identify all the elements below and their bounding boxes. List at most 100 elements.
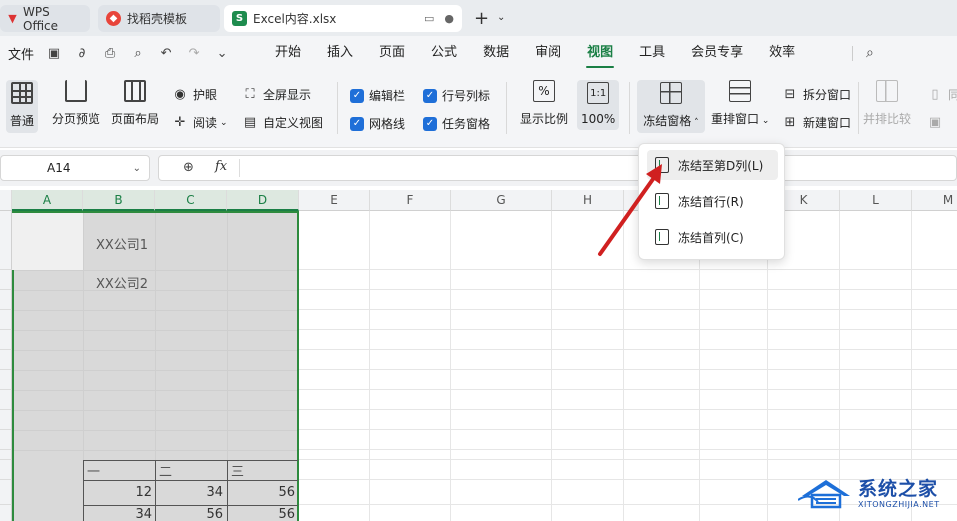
fullscreen-label: 全屏显示 xyxy=(263,88,312,102)
zoom-ratio-button[interactable]: % 显示比例 xyxy=(520,80,568,127)
page-break-preview-button[interactable]: 分页预览 xyxy=(52,80,100,127)
watermark-subtitle: XITONGZHIJIA.NET xyxy=(858,500,940,509)
menu-view[interactable]: 视图 xyxy=(574,36,626,70)
sync-scroll-button[interactable]: ▯ 同 xyxy=(927,86,957,103)
task-pane-checkbox[interactable]: ✓ 任务窗格 xyxy=(423,115,490,132)
menu-review[interactable]: 审阅 xyxy=(522,36,574,70)
new-tab-plus-icon[interactable]: + xyxy=(474,8,489,29)
select-all-corner[interactable] xyxy=(0,190,12,211)
column-header-d[interactable]: D xyxy=(227,190,299,211)
close-dot-icon[interactable]: ● xyxy=(444,12,454,25)
eye-icon: ◉ xyxy=(174,87,186,102)
table-header-cell[interactable]: 三 xyxy=(231,461,244,480)
row-header[interactable] xyxy=(0,450,12,460)
tab-wps-office[interactable]: ▼ WPS Office xyxy=(0,5,90,33)
table-cell[interactable]: 34 xyxy=(163,485,223,500)
table-cell[interactable]: 56 xyxy=(163,507,223,521)
cell-b1[interactable]: XX公司1 xyxy=(96,234,148,253)
column-header-c[interactable]: C xyxy=(155,190,227,211)
reading-label: 阅读 xyxy=(193,116,218,130)
row-header[interactable] xyxy=(0,370,12,390)
divider xyxy=(858,82,859,134)
print-preview-icon[interactable]: ⌕ xyxy=(130,45,146,61)
column-header-f[interactable]: F xyxy=(370,190,451,211)
arrange-windows-button[interactable]: 重排窗口 ⌄ xyxy=(711,80,769,127)
row-header[interactable] xyxy=(0,505,12,521)
name-box[interactable]: A14 ⌄ xyxy=(0,155,150,181)
cell-border xyxy=(14,410,297,411)
menu-page[interactable]: 页面 xyxy=(366,36,418,70)
reading-mode-button[interactable]: ✛ 阅读 ⌄ xyxy=(172,114,228,131)
sync-label: 同 xyxy=(948,88,957,102)
column-header-l[interactable]: L xyxy=(840,190,912,211)
row-header[interactable] xyxy=(0,270,12,290)
column-header-m[interactable]: M xyxy=(912,190,957,211)
freeze-first-row-label: 冻结首行(R) xyxy=(678,194,744,209)
custom-view-button[interactable]: ▤ 自定义视图 xyxy=(242,114,323,131)
side-by-side-icon xyxy=(876,80,898,102)
menu-data[interactable]: 数据 xyxy=(470,36,522,70)
cell-border xyxy=(14,270,297,271)
fullscreen-button[interactable]: ⛶ 全屏显示 xyxy=(242,86,311,103)
formula-input[interactable]: ⊕ fx xyxy=(158,155,957,181)
row-header[interactable] xyxy=(0,330,12,350)
column-header-e[interactable]: E xyxy=(299,190,370,211)
row-header[interactable] xyxy=(0,290,12,310)
column-header-g[interactable]: G xyxy=(451,190,552,211)
table-header-cell[interactable]: 二 xyxy=(159,461,172,480)
search-icon[interactable]: ⌕ xyxy=(866,45,874,61)
menu-insert[interactable]: 插入 xyxy=(314,36,366,70)
freeze-panes-button[interactable]: 冻结窗格 ˄ xyxy=(637,80,705,133)
zoom-100-button[interactable]: 1:1 100% xyxy=(577,80,620,130)
row-col-headers-checkbox[interactable]: ✓ 行号列标 xyxy=(423,87,490,104)
table-cell[interactable]: 12 xyxy=(92,485,152,500)
reset-position-button[interactable]: ▣ xyxy=(927,114,948,130)
checkbox-checked-icon: ✓ xyxy=(350,116,364,131)
undo-icon[interactable]: ↶ xyxy=(158,45,174,61)
chevron-down-icon[interactable]: ⌄ xyxy=(497,12,505,23)
row-header[interactable] xyxy=(0,310,12,330)
active-cell-a1[interactable] xyxy=(12,213,83,270)
fx-icon[interactable]: fx xyxy=(215,159,227,174)
row-header[interactable] xyxy=(0,410,12,430)
gridlines-checkbox[interactable]: ✓ 网格线 xyxy=(350,115,405,132)
table-cell[interactable]: 56 xyxy=(235,507,295,521)
edit-bar-checkbox[interactable]: ✓ 编辑栏 xyxy=(350,87,405,104)
table-border xyxy=(227,460,228,521)
redo-icon[interactable]: ↷ xyxy=(186,45,202,61)
side-by-side-button[interactable]: 并排比较 xyxy=(863,80,911,127)
normal-view-button[interactable]: 普通 xyxy=(6,80,39,133)
menu-items: 开始 插入 页面 公式 数据 审阅 视图 工具 会员专享 效率 xyxy=(262,36,808,70)
new-window-button[interactable]: ⊞ 新建窗口 xyxy=(782,114,851,131)
tab-excel-file[interactable]: S Excel内容.xlsx ▭ ● xyxy=(224,5,462,32)
zoom-in-icon[interactable]: ⊕ xyxy=(183,160,194,175)
menu-tools[interactable]: 工具 xyxy=(626,36,678,70)
split-window-button[interactable]: ⊟ 拆分窗口 xyxy=(782,86,851,103)
eye-protection-button[interactable]: ◉ 护眼 xyxy=(172,86,217,103)
column-header-b[interactable]: B xyxy=(83,190,155,211)
window-icon[interactable]: ▭ xyxy=(424,12,434,25)
table-header-cell[interactable]: 一 xyxy=(87,461,100,480)
print-icon[interactable]: ⎙ xyxy=(102,45,118,61)
link-icon[interactable]: ∂ xyxy=(74,45,90,61)
menu-efficiency[interactable]: 效率 xyxy=(756,36,808,70)
row-header[interactable] xyxy=(0,430,12,450)
menu-formula[interactable]: 公式 xyxy=(418,36,470,70)
save-icon[interactable]: ▣ xyxy=(46,45,62,61)
table-cell[interactable]: 34 xyxy=(92,507,152,521)
tab-daoke-templates[interactable]: ◆ 找稻壳模板 xyxy=(98,5,220,32)
menu-member[interactable]: 会员专享 xyxy=(678,36,756,70)
row-header[interactable] xyxy=(0,350,12,370)
row-header[interactable] xyxy=(0,211,12,270)
file-menu[interactable]: 文件 xyxy=(8,44,34,63)
page-layout-button[interactable]: 页面布局 xyxy=(111,80,159,127)
customize-chevron-icon[interactable]: ⌄ xyxy=(214,45,230,61)
column-header-a[interactable]: A xyxy=(12,190,83,211)
cell-b2[interactable]: XX公司2 xyxy=(96,273,148,292)
menu-home[interactable]: 开始 xyxy=(262,36,314,70)
table-cell[interactable]: 56 xyxy=(235,485,295,500)
row-header[interactable] xyxy=(0,460,12,480)
row-header[interactable] xyxy=(0,480,12,505)
chevron-down-icon[interactable]: ⌄ xyxy=(133,163,141,174)
row-header[interactable] xyxy=(0,390,12,410)
